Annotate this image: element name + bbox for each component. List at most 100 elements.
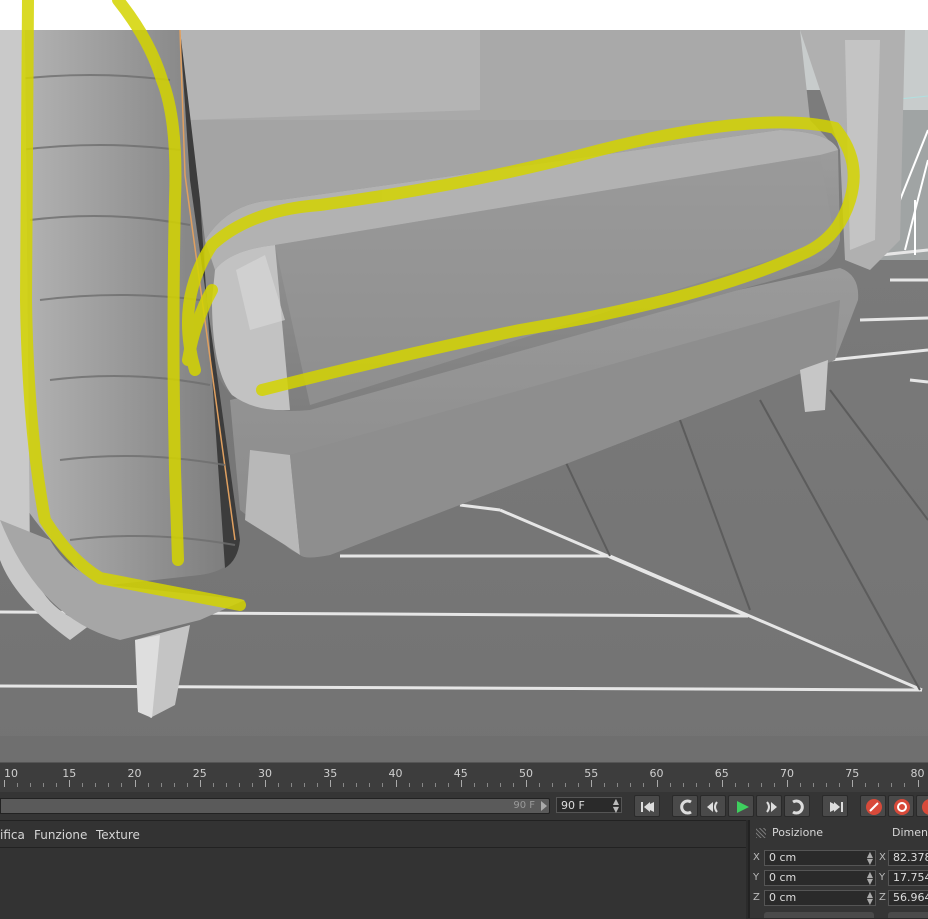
timeline-tick-label: 70 <box>780 767 794 780</box>
timeline-tick <box>552 783 554 787</box>
spinner-icon[interactable]: ▲ ▼ <box>867 891 873 905</box>
timeline-tick <box>800 783 802 787</box>
position-x-axis-label: X <box>753 852 760 863</box>
size-z-axis-label: Z <box>879 892 886 903</box>
timeline-tick <box>447 783 449 787</box>
go-to-start-button[interactable] <box>634 795 660 817</box>
timeline-tick <box>382 783 384 787</box>
timeline-tick <box>278 783 280 787</box>
timeline-tick <box>460 780 462 787</box>
timeline-tick <box>317 783 319 787</box>
timeline-tick <box>643 783 645 787</box>
size-x-value: 82.378 <box>893 851 928 864</box>
current-frame-field[interactable]: 90 F ▲ ▼ <box>556 797 622 814</box>
3d-viewport[interactable] <box>0 0 928 762</box>
size-y-value: 17.754 <box>893 871 928 884</box>
position-title: Posizione <box>772 826 824 839</box>
preview-range-slider[interactable]: 90 F <box>0 798 550 814</box>
timeline-tick-label: 40 <box>388 767 403 780</box>
timeline-tick-label: 55 <box>584 767 599 780</box>
key-selection-button[interactable] <box>916 795 928 817</box>
timeline-ruler[interactable]: 10 15 20 25 30 35 40 45 50 55 60 65 70 75 80 <box>0 762 928 793</box>
next-key-button[interactable] <box>784 795 810 817</box>
timeline-tick <box>69 780 71 787</box>
timeline-tick <box>421 783 423 787</box>
timeline-tick-label: 50 <box>519 767 533 780</box>
position-y-axis-label: Y <box>753 872 760 883</box>
timeline-tick <box>760 783 762 787</box>
timeline-tick <box>578 783 580 787</box>
timeline-tick <box>238 783 240 787</box>
step-forward-button[interactable] <box>756 795 782 817</box>
timeline-tick <box>160 783 162 787</box>
timeline-tick <box>499 783 501 787</box>
position-y-value: 0 cm <box>769 871 797 884</box>
step-forward-icon <box>766 801 777 813</box>
previous-key-button[interactable] <box>672 795 698 817</box>
timeline-tick <box>813 783 815 787</box>
timeline-tick-label: 75 <box>845 767 860 780</box>
position-z-axis-label: Z <box>753 892 760 903</box>
timeline-tick <box>773 783 775 787</box>
timeline-tick <box>225 783 227 787</box>
panel-grip-icon[interactable] <box>756 828 766 838</box>
viewport-render <box>0 0 928 762</box>
timeline-tick <box>630 783 632 787</box>
spinner-icon[interactable]: ▲ ▼ <box>613 798 619 814</box>
timeline-tick <box>343 783 345 787</box>
go-to-start-icon <box>641 802 654 812</box>
position-x-field[interactable]: 0 cm ▲ ▼ <box>764 850 876 866</box>
menu-item-function[interactable]: Funzione <box>34 828 87 842</box>
timeline-tick-label: 15 <box>62 767 77 780</box>
coordinate-mode-dropdown[interactable] <box>764 912 874 918</box>
timeline-tick-label: 45 <box>453 767 468 780</box>
timeline-tick-label: 25 <box>192 767 207 780</box>
timeline-tick-label: 35 <box>323 767 338 780</box>
attribute-panel: ifica Funzione Texture <box>0 820 746 919</box>
timeline-tick-label: 65 <box>714 767 729 780</box>
timeline-tick <box>708 783 710 787</box>
apply-button[interactable] <box>888 912 928 918</box>
timeline-tick <box>30 783 32 787</box>
size-y-field[interactable]: 17.754 <box>888 870 928 886</box>
record-button[interactable] <box>860 795 886 817</box>
timeline-tick-label: 30 <box>258 767 272 780</box>
play-icon <box>737 801 749 813</box>
size-x-field[interactable]: 82.378 <box>888 850 928 866</box>
position-x-value: 0 cm <box>769 851 797 864</box>
timeline-tick <box>251 783 253 787</box>
go-to-end-button[interactable] <box>822 795 848 817</box>
timeline-tick <box>878 783 880 787</box>
transport-bar: 90 F 90 F ▲ ▼ <box>0 792 928 820</box>
position-z-value: 0 cm <box>769 891 797 904</box>
timeline-tick <box>565 783 567 787</box>
timeline-tick <box>95 783 97 787</box>
timeline-tick <box>369 783 371 787</box>
coordinates-panel: Posizione Dimens X 0 cm ▲▼ X 82.378 Y 0 … <box>748 820 928 918</box>
size-x-axis-label: X <box>879 852 886 863</box>
menu-item-texture[interactable]: Texture <box>96 828 140 842</box>
spinner-icon[interactable]: ▲ ▼ <box>867 851 873 865</box>
timeline-tick <box>212 783 214 787</box>
timeline-tick <box>304 783 306 787</box>
timeline-tick <box>787 780 788 787</box>
timeline-tick <box>395 780 397 787</box>
play-button[interactable] <box>728 795 754 817</box>
auto-key-button[interactable] <box>888 795 914 817</box>
range-arrow-icon[interactable] <box>541 801 547 811</box>
timeline-tick <box>434 783 436 787</box>
position-z-field[interactable]: 0 cm ▲ ▼ <box>764 890 876 906</box>
timeline-tick <box>852 780 854 787</box>
timeline-tick-label: 80 <box>910 767 925 780</box>
timeline-tick-label: 60 <box>649 767 664 780</box>
timeline-tick <box>826 783 828 787</box>
position-y-field[interactable]: 0 cm ▲ ▼ <box>764 870 876 886</box>
current-frame-value: 90 F <box>561 799 585 812</box>
timeline-tick <box>539 783 541 787</box>
divider <box>0 847 746 848</box>
timeline-tick <box>591 780 593 787</box>
size-z-field[interactable]: 56.964 <box>888 890 928 906</box>
step-back-button[interactable] <box>700 795 726 817</box>
spinner-icon[interactable]: ▲ ▼ <box>867 871 873 885</box>
menu-item-edit[interactable]: ifica <box>0 828 25 842</box>
